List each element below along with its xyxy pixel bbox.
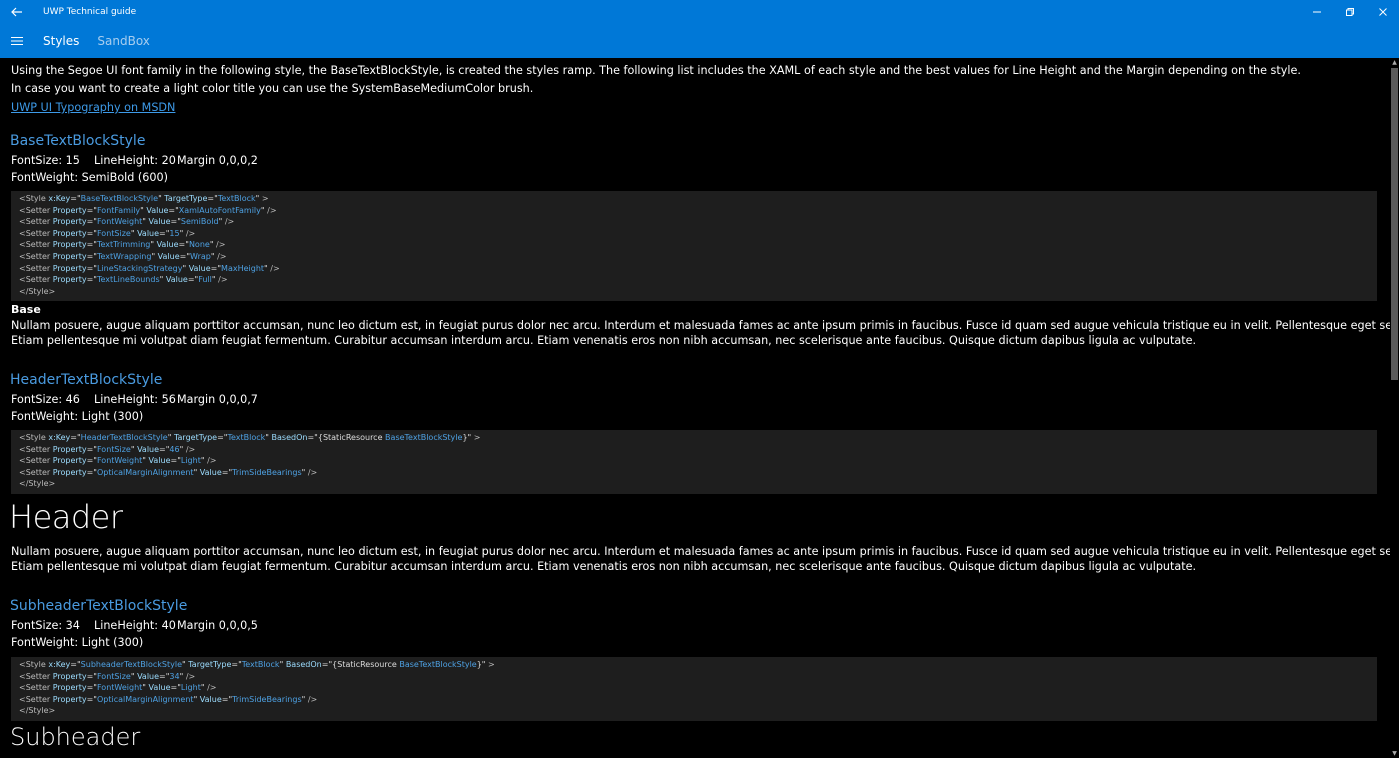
app-title: UWP Technical guide <box>43 7 137 17</box>
paragraph-line: Etiam pellentesque mi volutpat diam feug… <box>11 334 1197 347</box>
code-line: <Setter Property="TextWrapping" Value="W… <box>19 251 227 261</box>
arrow-left-icon <box>11 7 22 17</box>
style-title-header: HeaderTextBlockStyle <box>10 372 163 388</box>
tab-sandbox[interactable]: SandBox <box>97 34 150 48</box>
paragraph-line: Etiam pellentesque mi volutpat diam feug… <box>11 560 1197 573</box>
msdn-link[interactable]: UWP UI Typography on MSDN <box>11 101 175 114</box>
style-title-subheader: SubheaderTextBlockStyle <box>10 598 188 614</box>
code-line: </Style> <box>19 479 56 489</box>
code-line: <Style x:Key="BaseTextBlockStyle" Target… <box>19 194 269 203</box>
prop-fontsize: FontSize: 15 <box>11 154 80 167</box>
scroll-thumb[interactable] <box>1391 68 1398 380</box>
sample-header: Header <box>9 498 123 536</box>
prop-fontweight: FontWeight: Light (300) <box>11 410 144 423</box>
minimize-button[interactable] <box>1300 0 1333 24</box>
code-line: <Setter Property="FontWeight" Value="Lig… <box>19 683 217 693</box>
restore-icon <box>1345 8 1354 16</box>
minimize-icon <box>1312 11 1321 13</box>
code-line: <Style x:Key="HeaderTextBlockStyle" Targ… <box>19 433 481 442</box>
code-line: <Setter Property="FontSize" Value="15" /… <box>19 228 196 238</box>
prop-lineheight: LineHeight: 56 <box>94 393 176 406</box>
back-button[interactable] <box>0 0 34 24</box>
code-block-base: <Style x:Key="BaseTextBlockStyle" Target… <box>11 191 1377 301</box>
code-line: <Setter Property="FontWeight" Value="Sem… <box>19 217 235 227</box>
code-line: <Setter Property="TextLineBounds" Value=… <box>19 275 228 285</box>
nav-bar: Styles SandBox <box>0 24 1399 58</box>
window-controls <box>1300 0 1399 24</box>
intro-line-2: In case you want to create a light color… <box>11 82 534 95</box>
close-button[interactable] <box>1366 0 1399 24</box>
prop-fontweight: FontWeight: Light (300) <box>11 636 144 649</box>
sample-base: Base <box>11 303 41 316</box>
hamburger-icon <box>11 36 23 46</box>
code-line: </Style> <box>19 286 56 296</box>
content-scroll-area[interactable]: Using the Segoe UI font family in the fo… <box>0 58 1390 758</box>
code-line: <Setter Property="FontSize" Value="46" /… <box>19 444 196 454</box>
code-line: <Style x:Key="SubheaderTextBlockStyle" T… <box>19 660 495 669</box>
code-line: <Setter Property="OpticalMarginAlignment… <box>19 694 318 704</box>
code-line: <Setter Property="LineStackingStrategy" … <box>19 263 280 273</box>
prop-margin: Margin 0,0,0,7 <box>177 393 258 406</box>
code-line: <Setter Property="TextTrimming" Value="N… <box>19 240 226 250</box>
tab-styles[interactable]: Styles <box>43 34 79 48</box>
paragraph-line: Nullam posuere, augue aliquam porttitor … <box>11 545 1390 558</box>
scroll-up-icon[interactable]: ▲ <box>1390 58 1399 67</box>
hamburger-menu-button[interactable] <box>0 24 34 58</box>
prop-fontsize: FontSize: 46 <box>11 393 80 406</box>
code-line: </Style> <box>19 706 56 716</box>
code-block-subheader: <Style x:Key="SubheaderTextBlockStyle" T… <box>11 657 1377 721</box>
vertical-scrollbar[interactable]: ▲ ▼ <box>1390 58 1399 758</box>
prop-fontweight: FontWeight: SemiBold (600) <box>11 171 169 184</box>
code-line: <Setter Property="FontSize" Value="34" /… <box>19 671 196 681</box>
prop-margin: Margin 0,0,0,5 <box>177 619 258 632</box>
style-title-base: BaseTextBlockStyle <box>10 133 146 149</box>
title-bar: UWP Technical guide <box>0 0 1399 24</box>
code-line: <Setter Property="FontFamily" Value="Xam… <box>19 205 277 215</box>
intro-line-1: Using the Segoe UI font family in the fo… <box>11 64 1301 77</box>
prop-margin: Margin 0,0,0,2 <box>177 154 258 167</box>
close-icon <box>1378 8 1387 16</box>
code-block-header: <Style x:Key="HeaderTextBlockStyle" Targ… <box>11 430 1377 494</box>
code-line: <Setter Property="FontWeight" Value="Lig… <box>19 456 217 466</box>
paragraph-line: Nullam posuere, augue aliquam porttitor … <box>11 319 1390 332</box>
restore-button[interactable] <box>1333 0 1366 24</box>
sample-subheader: Subheader <box>10 723 141 751</box>
code-line: <Setter Property="OpticalMarginAlignment… <box>19 467 318 477</box>
scroll-down-icon[interactable]: ▼ <box>1390 749 1399 758</box>
prop-lineheight: LineHeight: 20 <box>94 154 176 167</box>
prop-fontsize: FontSize: 34 <box>11 619 80 632</box>
prop-lineheight: LineHeight: 40 <box>94 619 176 632</box>
